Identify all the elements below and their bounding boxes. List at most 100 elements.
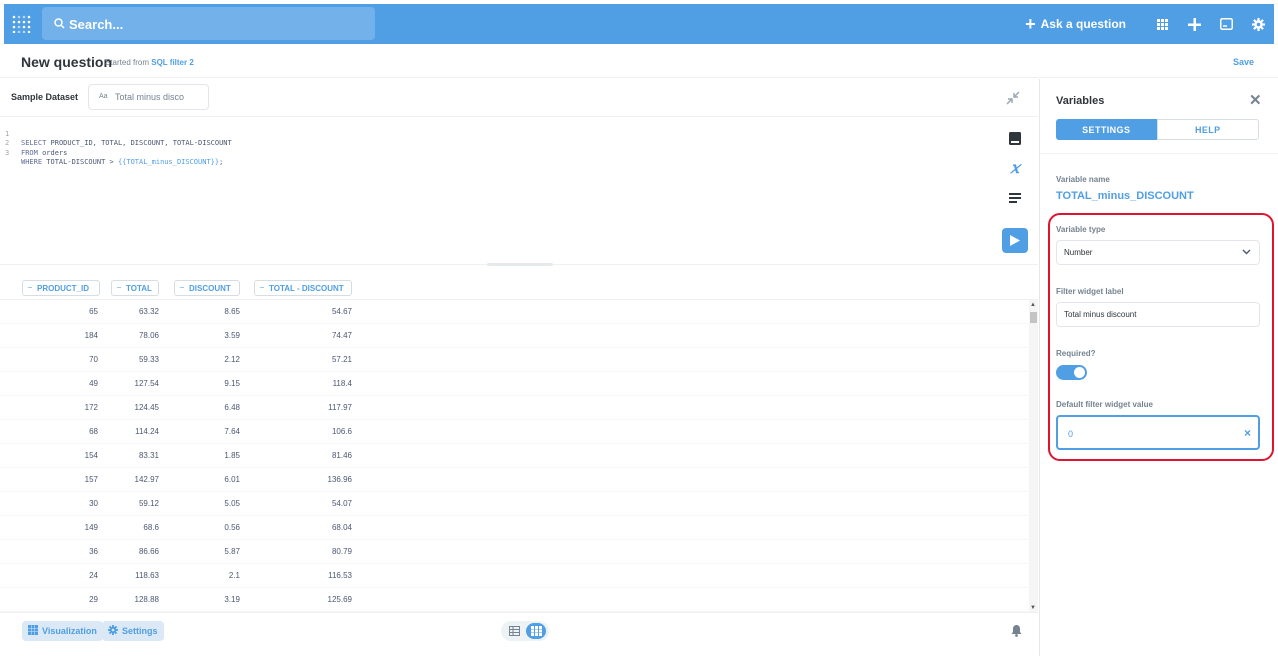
settings-label: Settings [122, 626, 158, 636]
table-cell[interactable]: 117.97 [328, 403, 352, 412]
table-cell[interactable]: 3.19 [224, 595, 240, 604]
table-cell[interactable]: 86.66 [139, 547, 159, 556]
table-cell[interactable]: 63.32 [139, 307, 159, 316]
table-cell[interactable]: 81.46 [332, 451, 352, 460]
table-cell[interactable]: 114.24 [135, 427, 159, 436]
table-cell[interactable]: 36 [89, 547, 98, 556]
tab-settings[interactable]: SETTINGS [1056, 119, 1157, 140]
table-cell[interactable]: 6.48 [224, 403, 240, 412]
settings-button[interactable]: Settings [102, 621, 164, 641]
table-cell[interactable]: 80.79 [332, 547, 352, 556]
table-cell[interactable]: 6.01 [224, 475, 240, 484]
source-question-link[interactable]: SQL filter 2 [151, 58, 194, 67]
table-cell[interactable]: 118.63 [135, 571, 159, 580]
code-keyword: FROM [21, 148, 38, 157]
table-cell[interactable]: 30 [89, 499, 98, 508]
table-cell[interactable]: 5.05 [224, 499, 240, 508]
table-cell[interactable]: 1.85 [224, 451, 240, 460]
scrollbar-thumb[interactable] [1030, 312, 1037, 323]
table-view-icon[interactable] [504, 623, 524, 639]
table-cell[interactable]: 3.59 [224, 331, 240, 340]
table-cell[interactable]: 149 [85, 523, 98, 532]
table-cell[interactable]: 118.4 [333, 379, 352, 388]
table-cell[interactable]: 154 [85, 451, 98, 460]
table-cell[interactable]: 0.56 [224, 523, 240, 532]
table-cell[interactable]: 172 [85, 403, 98, 412]
sql-editor-icon[interactable] [1210, 4, 1242, 44]
line-number: 3 [5, 148, 10, 157]
table-cell[interactable]: 106.6 [332, 427, 352, 436]
column-header-product-id[interactable]: PRODUCT_ID [22, 280, 100, 296]
search-input[interactable]: Search... [42, 7, 375, 40]
snippets-icon[interactable] [1007, 190, 1023, 206]
table-cell[interactable]: 54.67 [332, 307, 352, 316]
close-icon[interactable]: ✕ [1249, 91, 1262, 109]
table-cell[interactable]: 8.65 [224, 307, 240, 316]
resize-handle[interactable] [487, 263, 553, 266]
table-cell[interactable]: 54.07 [332, 499, 352, 508]
table-cell[interactable]: 116.53 [328, 571, 352, 580]
started-from-text: Started from SQL filter 2 [105, 58, 194, 67]
collapse-editor-icon[interactable] [1006, 91, 1020, 110]
table-cell[interactable]: 29 [89, 595, 98, 604]
code-rest: orders [37, 148, 68, 157]
table-cell[interactable]: 70 [89, 355, 98, 364]
bell-icon[interactable] [1011, 624, 1022, 642]
table-row: 157 142.97 6.01 136.96 [0, 468, 1030, 492]
visualization-view-icon[interactable] [526, 623, 546, 639]
gear-icon[interactable] [1242, 4, 1274, 44]
dataset-selector[interactable]: Sample Dataset [11, 92, 78, 102]
table-cell[interactable]: 68 [89, 427, 98, 436]
page-title: New question [21, 54, 113, 70]
table-cell[interactable]: 57.21 [332, 355, 352, 364]
add-icon[interactable] [1178, 4, 1210, 44]
table-row: 65 63.32 8.65 54.67 [0, 300, 1030, 324]
apps-grid-icon[interactable] [1146, 4, 1178, 44]
table-cell[interactable]: 2.12 [224, 355, 240, 364]
table-row: 70 59.33 2.12 57.21 [0, 348, 1030, 372]
visualization-button[interactable]: Visualization [22, 621, 103, 641]
table-cell[interactable]: 128.88 [135, 595, 159, 604]
table-cell[interactable]: 136.96 [328, 475, 352, 484]
code-line: 2 FROM orders [0, 130, 990, 157]
results-table: 65 63.32 8.65 54.67 184 78.06 3.59 74.47 70 59.33… [0, 300, 1030, 612]
table-cell[interactable]: 49 [89, 379, 98, 388]
table-cell[interactable]: 9.15 [224, 379, 240, 388]
sql-editor[interactable]: 1 SELECT PRODUCT_ID, TOTAL, DISCOUNT, TO… [0, 120, 990, 260]
table-cell[interactable]: 68.04 [332, 523, 352, 532]
table-cell[interactable]: 65 [89, 307, 98, 316]
table-row: 68 114.24 7.64 106.6 [0, 420, 1030, 444]
table-scrollbar[interactable]: ▲ ▼ [1029, 300, 1038, 612]
table-cell[interactable]: 7.64 [224, 427, 240, 436]
table-cell[interactable]: 78.06 [139, 331, 159, 340]
metabase-logo-icon[interactable] [12, 15, 32, 34]
column-header-discount[interactable]: DISCOUNT [174, 280, 240, 296]
table-cell[interactable]: 5.87 [224, 547, 240, 556]
scroll-up-icon[interactable]: ▲ [1030, 302, 1036, 308]
column-header-total[interactable]: TOTAL [111, 280, 159, 296]
table-cell[interactable]: 157 [85, 475, 98, 484]
save-button[interactable]: Save [1233, 57, 1254, 67]
variables-icon[interactable]: 𝑥 [1007, 158, 1023, 177]
table-cell[interactable]: 184 [85, 331, 98, 340]
run-query-button[interactable] [1002, 228, 1028, 253]
column-header-total-minus-discount[interactable]: TOTAL - DISCOUNT [254, 280, 352, 296]
table-cell[interactable]: 68.6 [143, 523, 159, 532]
editor-toolbar: Sample Dataset Aa Total minus disco [0, 79, 1038, 117]
table-cell[interactable]: 142.97 [135, 475, 159, 484]
table-cell[interactable]: 74.47 [332, 331, 352, 340]
tab-help[interactable]: HELP [1156, 119, 1259, 140]
table-cell[interactable]: 83.31 [139, 451, 159, 460]
table-cell[interactable]: 59.33 [139, 355, 159, 364]
table-cell[interactable]: 124.45 [135, 403, 159, 412]
table-cell[interactable]: 59.12 [139, 499, 159, 508]
ask-question-button[interactable]: + Ask a question [1025, 15, 1126, 33]
data-reference-icon[interactable] [1007, 130, 1023, 146]
table-cell[interactable]: 24 [89, 571, 98, 580]
table-cell[interactable]: 125.69 [328, 595, 352, 604]
variable-filter-widget[interactable]: Aa Total minus disco [88, 84, 209, 110]
scroll-down-icon[interactable]: ▼ [1030, 605, 1036, 611]
table-cell[interactable]: 127.54 [135, 379, 159, 388]
table-cell[interactable]: 2.1 [229, 571, 240, 580]
view-toggle[interactable] [501, 621, 549, 641]
